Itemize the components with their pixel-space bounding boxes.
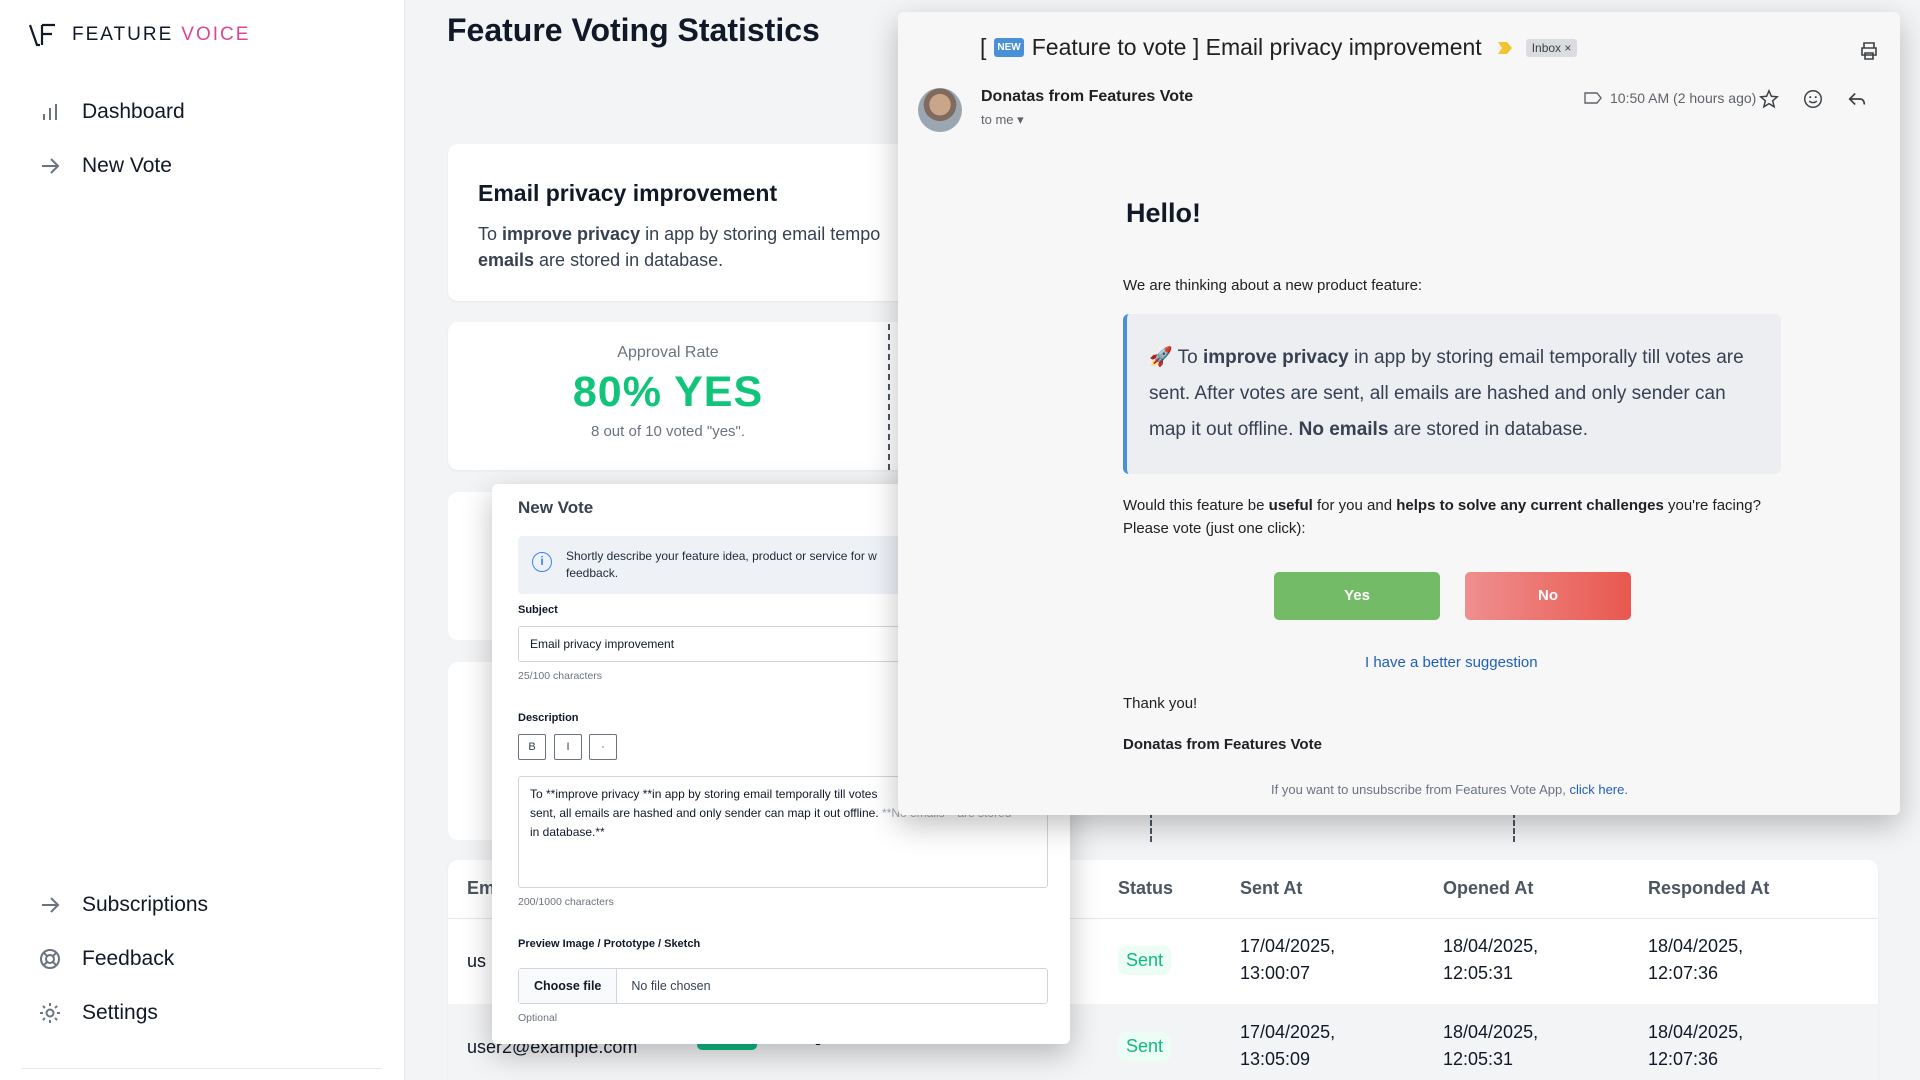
opened-at-cell: 18/04/2025, 12:05:31 (1443, 936, 1539, 983)
divider (22, 1068, 382, 1069)
feature-quote: 🚀 To improve privacy in app by storing e… (1123, 314, 1781, 474)
sent-at-cell: 17/04/2025, 13:00:07 (1240, 936, 1336, 983)
print-icon[interactable] (1858, 40, 1880, 62)
sidebar-item-feedback[interactable]: Feedback (38, 947, 174, 971)
sent-at-cell: 17/04/2025, 13:05:09 (1240, 1022, 1336, 1069)
sidebar-item-label: Subscriptions (82, 893, 209, 916)
arrow-right-icon (42, 897, 60, 913)
logo-text: FEATURE VOICE (72, 24, 251, 45)
col-opened-at[interactable]: Opened At (1443, 878, 1533, 899)
vote-no-button[interactable]: No (1465, 572, 1631, 620)
responded-at-cell: 18/04/2025, 12:07:36 (1648, 1022, 1744, 1069)
status-badge: Sent (1118, 946, 1172, 975)
email-thanks: Thank you! (1123, 695, 1198, 712)
preview-label: Preview Image / Prototype / Sketch (518, 938, 701, 950)
status-badge: Sent (1118, 1032, 1172, 1061)
sidebar: FEATURE VOICE Dashboard New Vote Subscrip… (0, 0, 405, 1080)
email-cell: us (467, 951, 487, 971)
subject-count: 25/100 characters (518, 670, 603, 682)
arrow-right-icon (42, 158, 60, 174)
email-greeting: Hello! (1126, 198, 1202, 228)
email-question: Would this feature be useful for you and… (1123, 497, 1761, 537)
optional-hint: Optional (518, 1012, 558, 1024)
rocket-icon: 🚀 (1149, 347, 1173, 368)
email-intro: We are thinking about a new product feat… (1123, 277, 1423, 294)
emoji-icon[interactable] (1802, 88, 1824, 110)
divider (1513, 812, 1515, 842)
approval-stat: Approval Rate 80% YES 8 out of 10 voted … (448, 322, 888, 470)
email-subject: [NEW Feature to vote ] Email privacy imp… (980, 34, 1578, 61)
divider (1150, 812, 1152, 842)
sidebar-item-label: Settings (82, 1001, 158, 1024)
file-input[interactable]: Choose file No file chosen (518, 968, 1048, 1004)
new-icon: NEW (994, 38, 1024, 57)
sidebar-item-label: Dashboard (82, 100, 185, 123)
logo-icon (28, 23, 55, 47)
sidebar-item-settings[interactable]: Settings (38, 1001, 158, 1025)
sidebar-item-label: New Vote (82, 154, 172, 177)
avatar (918, 88, 962, 132)
importance-marker-icon (1497, 41, 1512, 54)
col-responded-at[interactable]: Responded At (1648, 878, 1769, 899)
unsubscribe-text: If you want to unsubscribe from Features… (1271, 782, 1628, 797)
opened-at-cell: 18/04/2025, 12:05:31 (1443, 1022, 1539, 1069)
bold-button[interactable]: B (518, 734, 546, 760)
col-status[interactable]: Status (1118, 878, 1173, 899)
label-icon (1584, 92, 1602, 104)
app-logo[interactable]: FEATURE VOICE (28, 22, 250, 48)
unsubscribe-link[interactable]: click here. (1569, 782, 1628, 797)
sidebar-item-dashboard[interactable]: Dashboard (38, 100, 185, 124)
col-sent-at[interactable]: Sent At (1240, 878, 1302, 899)
lifebuoy-icon (40, 949, 60, 969)
list-button[interactable]: · (589, 734, 617, 760)
info-text: Shortly describe your feature idea, prod… (566, 549, 877, 580)
star-icon[interactable] (1758, 88, 1780, 110)
file-name: No file chosen (631, 979, 711, 993)
responded-at-cell: 18/04/2025, 12:07:36 (1648, 936, 1744, 983)
col-email[interactable]: Em (467, 878, 495, 899)
sidebar-item-label: Feedback (82, 947, 175, 970)
inbox-label-chip[interactable]: Inbox × (1525, 38, 1578, 57)
page-title: Feature Voting Statistics (447, 12, 820, 48)
bar-chart-icon (43, 104, 57, 120)
italic-button[interactable]: I (554, 734, 582, 760)
sidebar-item-new-vote[interactable]: New Vote (38, 154, 172, 178)
better-suggestion-link[interactable]: I have a better suggestion (1365, 654, 1538, 671)
email-time: 10:50 AM (2 hours ago) (1584, 90, 1756, 106)
description-count: 200/1000 characters (518, 896, 614, 908)
approval-value: 80% YES (572, 368, 764, 416)
email-signature: Donatas from Features Vote (1123, 736, 1322, 753)
approval-sub: 8 out of 10 voted "yes". (590, 423, 746, 440)
choose-file-button[interactable]: Choose file (519, 969, 618, 1003)
feature-description: To improve privacy in app by storing ema… (478, 224, 881, 270)
reply-icon[interactable] (1846, 88, 1868, 110)
approval-label: Approval Rate (617, 344, 719, 361)
email-preview: [NEW Feature to vote ] Email privacy imp… (898, 12, 1900, 815)
subject-label: Subject (518, 604, 558, 616)
sender-name: Donatas from Features Vote (981, 88, 1194, 105)
recipient-dropdown[interactable]: to me ▾ (981, 112, 1024, 128)
divider (888, 324, 890, 470)
modal-title: New Vote (518, 498, 594, 517)
sidebar-item-subscriptions[interactable]: Subscriptions (38, 893, 208, 917)
info-icon: i (532, 552, 552, 572)
vote-yes-button[interactable]: Yes (1274, 572, 1440, 620)
description-label: Description (518, 712, 579, 724)
gear-icon (40, 1003, 60, 1023)
